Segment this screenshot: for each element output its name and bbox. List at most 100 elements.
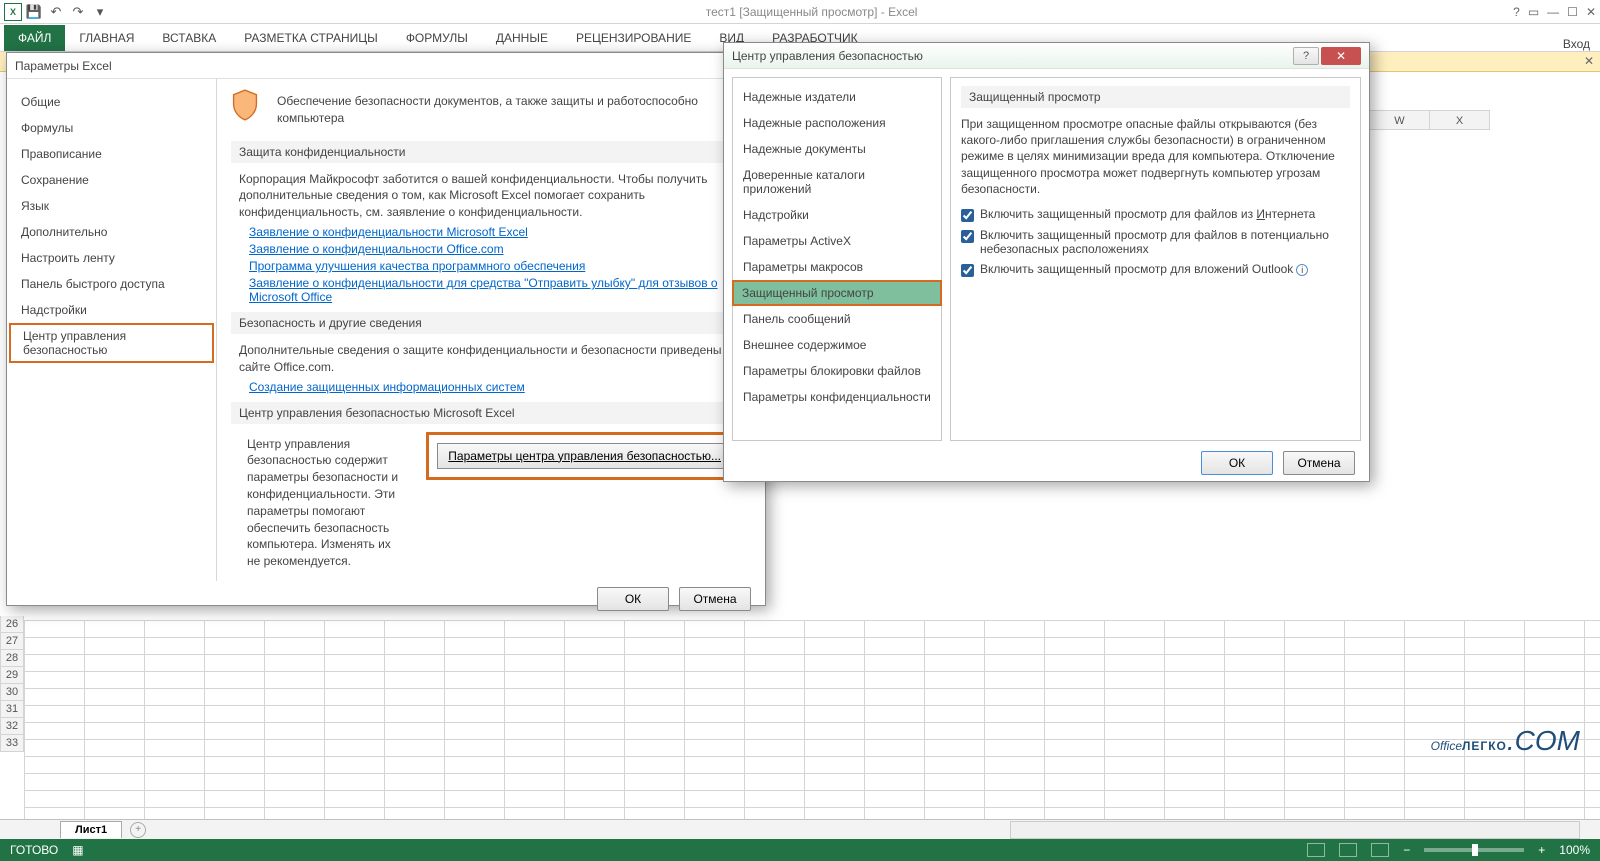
dialog-title: Параметры Excel: [7, 53, 765, 79]
info-icon[interactable]: i: [1296, 264, 1308, 276]
chk-internet-box[interactable]: [961, 209, 974, 222]
section-trust-center: Центр управления безопасностью Microsoft…: [231, 402, 751, 424]
excel-options-dialog: Параметры Excel Общие Формулы Правописан…: [6, 52, 766, 606]
ok-button[interactable]: ОК: [597, 587, 669, 611]
nav-general[interactable]: Общие: [7, 89, 216, 115]
nav-privacy[interactable]: Параметры конфиденциальности: [733, 384, 941, 410]
zoom-slider[interactable]: [1424, 848, 1524, 852]
tab-insert[interactable]: ВСТАВКА: [148, 25, 230, 51]
window-title: тест1 [Защищенный просмотр] - Excel: [110, 5, 1513, 19]
nav-advanced[interactable]: Дополнительно: [7, 219, 216, 245]
col-header[interactable]: X: [1430, 110, 1490, 130]
trust-center-button-highlight: Параметры центра управления безопасность…: [426, 432, 743, 480]
chk-unsafe-box[interactable]: [961, 230, 974, 243]
tab-data[interactable]: ДАННЫЕ: [482, 25, 562, 51]
nav-trust-center[interactable]: Центр управления безопасностью: [9, 323, 214, 363]
tab-home[interactable]: ГЛАВНАЯ: [65, 25, 148, 51]
nav-customize-ribbon[interactable]: Настроить ленту: [7, 245, 216, 271]
macro-record-icon[interactable]: ▦: [72, 843, 83, 857]
status-ready: ГОТОВО: [10, 843, 58, 857]
nav-qat[interactable]: Панель быстрого доступа: [7, 271, 216, 297]
trust-center-settings-button[interactable]: Параметры центра управления безопасность…: [437, 443, 732, 469]
titlebar: X 💾 ↶ ↷ ▾ тест1 [Защищенный просмотр] - …: [0, 0, 1600, 24]
trust-center-nav: Надежные издатели Надежные расположения …: [732, 77, 942, 441]
nav-trusted-locations[interactable]: Надежные расположения: [733, 110, 941, 136]
sheet-tab[interactable]: Лист1: [60, 821, 122, 838]
ok-button[interactable]: ОК: [1201, 451, 1273, 475]
tab-layout[interactable]: РАЗМЕТКА СТРАНИЦЫ: [230, 25, 392, 51]
nav-activex[interactable]: Параметры ActiveX: [733, 228, 941, 254]
view-break-icon[interactable]: [1371, 843, 1389, 857]
section-security: Безопасность и другие сведения: [231, 312, 751, 334]
save-icon[interactable]: 💾: [24, 2, 44, 22]
nav-message-bar[interactable]: Панель сообщений: [733, 306, 941, 332]
link-privacy-excel[interactable]: Заявление о конфиденциальности Microsoft…: [249, 225, 751, 239]
ribbon-collapse-icon[interactable]: ▭: [1528, 5, 1539, 19]
help-icon[interactable]: ?: [1513, 5, 1520, 19]
undo-icon[interactable]: ↶: [46, 2, 66, 22]
nav-save[interactable]: Сохранение: [7, 167, 216, 193]
row-header[interactable]: 30: [0, 684, 24, 701]
nav-external-content[interactable]: Внешнее содержимое: [733, 332, 941, 358]
nav-language[interactable]: Язык: [7, 193, 216, 219]
section-privacy: Защита конфиденциальности: [231, 141, 751, 163]
row-header[interactable]: 26: [0, 616, 24, 633]
nav-trusted-publishers[interactable]: Надежные издатели: [733, 84, 941, 110]
link-smile[interactable]: Заявление о конфиденциальности для средс…: [249, 276, 751, 304]
trust-center-dialog: Центр управления безопасностью ? ✕ Надеж…: [723, 42, 1370, 482]
tab-review[interactable]: РЕЦЕНЗИРОВАНИЕ: [562, 25, 705, 51]
link-privacy-office[interactable]: Заявление о конфиденциальности Office.co…: [249, 242, 751, 256]
zoom-in-icon[interactable]: +: [1538, 843, 1545, 857]
tab-file[interactable]: ФАЙЛ: [4, 25, 65, 51]
nav-addins[interactable]: Надстройки: [7, 297, 216, 323]
section-protected-view: Защищенный просмотр: [961, 86, 1350, 108]
nav-protected-view[interactable]: Защищенный просмотр: [732, 280, 942, 306]
view-page-icon[interactable]: [1339, 843, 1357, 857]
nav-trusted-catalogs[interactable]: Доверенные каталоги приложений: [733, 162, 941, 202]
minimize-icon[interactable]: —: [1547, 5, 1559, 19]
col-header[interactable]: W: [1370, 110, 1430, 130]
row-header[interactable]: 28: [0, 650, 24, 667]
row-header[interactable]: 27: [0, 633, 24, 650]
nav-macros[interactable]: Параметры макросов: [733, 254, 941, 280]
qat-more-icon[interactable]: ▾: [90, 2, 110, 22]
help-icon[interactable]: ?: [1293, 47, 1319, 65]
horizontal-scrollbar[interactable]: [1010, 821, 1580, 839]
row-header[interactable]: 29: [0, 667, 24, 684]
tab-formulas[interactable]: ФОРМУЛЫ: [392, 25, 482, 51]
login-link[interactable]: Вход: [1563, 37, 1600, 51]
view-normal-icon[interactable]: [1307, 843, 1325, 857]
shield-icon: [231, 89, 259, 121]
nav-proofing[interactable]: Правописание: [7, 141, 216, 167]
security-headline: Обеспечение безопасности документов, а т…: [269, 93, 751, 127]
row-header[interactable]: 31: [0, 701, 24, 718]
protected-view-para: При защищенном просмотре опасные файлы о…: [961, 116, 1350, 197]
chk-outlook[interactable]: Включить защищенный просмотр для вложени…: [961, 262, 1350, 277]
link-trustworthy[interactable]: Создание защищенных информационных систе…: [249, 380, 751, 394]
privacy-para: Корпорация Майкрософт заботится о вашей …: [231, 171, 751, 221]
nav-file-block[interactable]: Параметры блокировки файлов: [733, 358, 941, 384]
pv-close-icon[interactable]: ✕: [1584, 54, 1594, 68]
nav-trusted-documents[interactable]: Надежные документы: [733, 136, 941, 162]
watermark: OfficeЛЕГКО.COM: [1431, 710, 1580, 761]
cancel-button[interactable]: Отмена: [679, 587, 751, 611]
redo-icon[interactable]: ↷: [68, 2, 88, 22]
nav-formulas[interactable]: Формулы: [7, 115, 216, 141]
zoom-out-icon[interactable]: −: [1403, 843, 1410, 857]
chk-internet[interactable]: Включить защищенный просмотр для файлов …: [961, 207, 1350, 222]
nav-addins[interactable]: Надстройки: [733, 202, 941, 228]
add-sheet-button[interactable]: +: [130, 822, 146, 838]
close-icon[interactable]: ✕: [1586, 5, 1596, 19]
options-nav: Общие Формулы Правописание Сохранение Яз…: [7, 79, 217, 581]
zoom-level[interactable]: 100%: [1559, 843, 1590, 857]
chk-unsafe-locations[interactable]: Включить защищенный просмотр для файлов …: [961, 228, 1350, 256]
trust-center-para: Центр управления безопасностью содержит …: [239, 436, 406, 570]
excel-logo-icon: X: [4, 3, 22, 21]
cancel-button[interactable]: Отмена: [1283, 451, 1355, 475]
row-header[interactable]: 32: [0, 718, 24, 735]
row-header[interactable]: 33: [0, 735, 24, 752]
close-icon[interactable]: ✕: [1321, 47, 1361, 65]
chk-outlook-box[interactable]: [961, 264, 974, 277]
link-ceip[interactable]: Программа улучшения качества программног…: [249, 259, 751, 273]
maximize-icon[interactable]: ☐: [1567, 5, 1578, 19]
